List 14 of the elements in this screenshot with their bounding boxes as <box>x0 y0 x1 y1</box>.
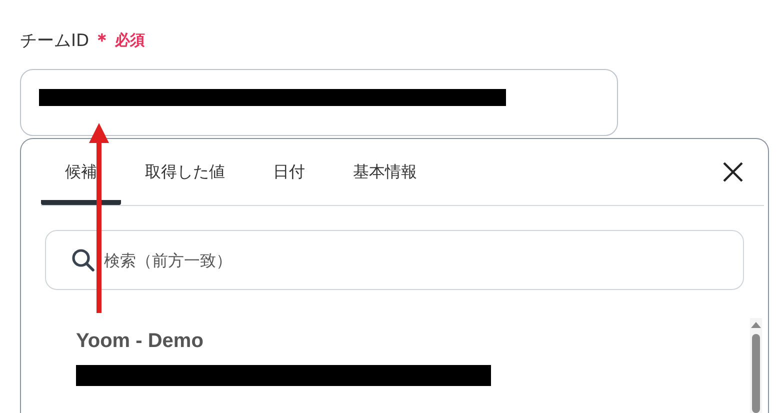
required-mark: ＊ <box>93 29 112 52</box>
search-field[interactable]: 検索（前方一致） <box>45 230 744 290</box>
close-icon[interactable] <box>722 161 744 183</box>
field-label: チームID <box>20 30 90 52</box>
required-text: 必須 <box>115 30 146 50</box>
search-icon <box>71 248 95 272</box>
scroll-up-icon[interactable] <box>751 322 761 328</box>
scrollbar[interactable] <box>750 318 762 413</box>
tab[interactable]: 日付 <box>249 139 329 205</box>
input-field[interactable] <box>20 69 618 136</box>
option-title[interactable]: Yoom - Demo <box>76 330 750 353</box>
tab[interactable]: 基本情報 <box>329 139 441 205</box>
scroll-thumb[interactable] <box>752 334 760 413</box>
tab[interactable]: 取得した値 <box>121 139 249 205</box>
